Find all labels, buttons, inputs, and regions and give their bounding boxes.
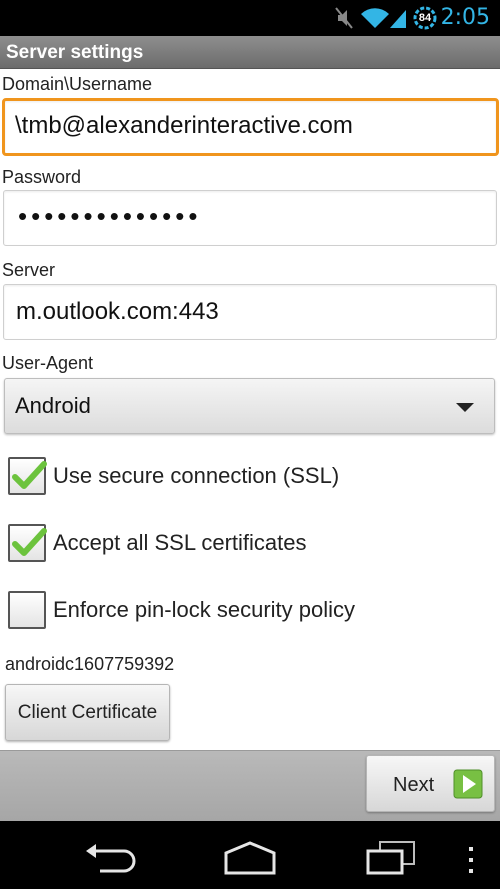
- checkmark-icon: [12, 461, 47, 489]
- user-agent-dropdown[interactable]: Android: [4, 378, 495, 434]
- pin-lock-checkbox-row[interactable]: Enforce pin-lock security policy: [0, 585, 500, 635]
- dropdown-arrow-icon: [456, 403, 474, 412]
- status-bar: 84 2:05: [0, 0, 500, 36]
- checkmark-icon: [12, 528, 47, 556]
- password-field[interactable]: ••••••••••••••: [3, 190, 497, 246]
- server-field[interactable]: m.outlook.com:443: [3, 284, 497, 340]
- battery-level: 84: [418, 12, 432, 24]
- next-button[interactable]: Next: [366, 755, 495, 812]
- client-certificate-label: Client Certificate: [17, 702, 158, 723]
- pin-lock-checkbox[interactable]: [8, 591, 46, 629]
- server-value: m.outlook.com:443: [16, 298, 219, 325]
- certificate-id: androidc1607759392: [5, 654, 175, 674]
- recent-apps-icon[interactable]: [364, 839, 418, 877]
- user-agent-label: User-Agent: [2, 353, 94, 373]
- battery-icon: 84: [411, 6, 439, 30]
- ssl-checkbox-label: Use secure connection (SSL): [53, 463, 340, 488]
- back-icon[interactable]: [80, 841, 138, 875]
- server-label: Server: [2, 260, 56, 280]
- signal-icon: [390, 10, 406, 28]
- accept-certs-checkbox-row[interactable]: Accept all SSL certificates: [0, 518, 500, 568]
- title-bar: Server settings: [0, 36, 500, 69]
- next-arrow-icon: [453, 769, 483, 799]
- page-title: Server settings: [6, 42, 144, 63]
- accept-certs-checkbox[interactable]: [8, 524, 47, 562]
- menu-icon[interactable]: [466, 845, 476, 875]
- home-icon[interactable]: [222, 839, 278, 877]
- ssl-checkbox-row[interactable]: Use secure connection (SSL): [0, 451, 500, 501]
- username-label: Domain\Username: [2, 74, 153, 94]
- wifi-icon: [361, 8, 389, 28]
- password-value: ••••••••••••••: [18, 201, 202, 231]
- navigation-bar: [0, 821, 500, 889]
- pin-lock-checkbox-label: Enforce pin-lock security policy: [53, 597, 356, 622]
- username-value: \tmb@alexanderinteractive.com: [15, 112, 353, 139]
- next-button-label: Next: [393, 774, 435, 796]
- user-agent-value: Android: [15, 393, 91, 418]
- password-label: Password: [2, 167, 82, 187]
- accept-certs-checkbox-label: Accept all SSL certificates: [53, 530, 307, 555]
- username-field[interactable]: \tmb@alexanderinteractive.com: [2, 98, 499, 156]
- ssl-checkbox[interactable]: [8, 457, 47, 495]
- mute-icon: [335, 7, 353, 29]
- client-certificate-button[interactable]: Client Certificate: [5, 684, 170, 741]
- clock: 2:05: [440, 5, 490, 30]
